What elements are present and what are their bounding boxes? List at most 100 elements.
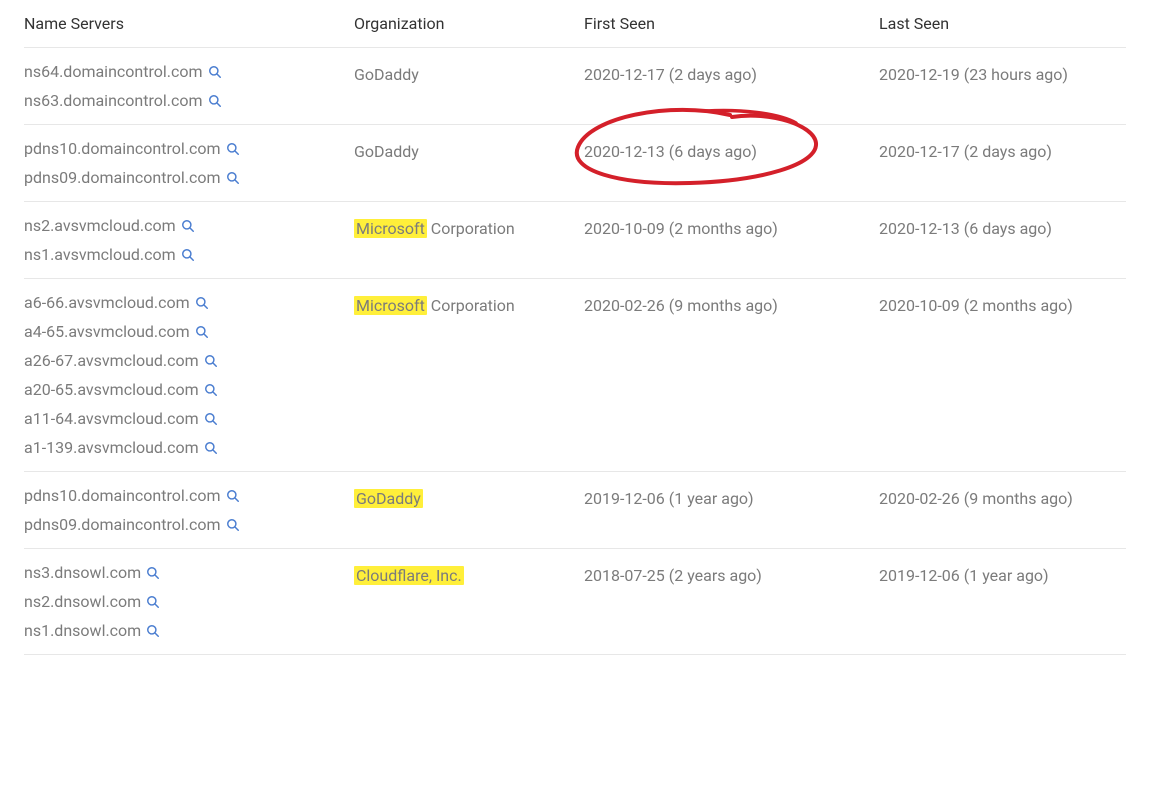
first-seen-text: 2020-12-13 (6 days ago) — [584, 139, 867, 165]
table-row: ns2.avsvmcloud.com ns1.avsvmcloud.com Mi… — [24, 202, 1126, 279]
name-server-text: a4-65.avsvmcloud.com — [24, 322, 190, 341]
table-row: pdns10.domaincontrol.com pdns09.domainco… — [24, 125, 1126, 202]
search-icon[interactable] — [208, 65, 222, 79]
first-seen-text: 2018-07-25 (2 years ago) — [584, 563, 867, 589]
header-organization: Organization — [354, 14, 584, 33]
cell-last-seen: 2020-10-09 (2 months ago) — [879, 293, 1119, 457]
search-icon[interactable] — [195, 325, 209, 339]
name-server-text: pdns09.domaincontrol.com — [24, 168, 221, 187]
highlight-annotation: Cloudflare, Inc. — [354, 566, 464, 585]
search-icon[interactable] — [226, 142, 240, 156]
search-icon[interactable] — [146, 595, 160, 609]
header-name-servers: Name Servers — [24, 14, 354, 33]
cell-name-servers: ns2.avsvmcloud.com ns1.avsvmcloud.com — [24, 216, 354, 264]
name-server-text: pdns10.domaincontrol.com — [24, 139, 221, 158]
name-server-text: pdns10.domaincontrol.com — [24, 486, 221, 505]
first-seen-text: 2020-12-17 (2 days ago) — [584, 62, 867, 88]
search-icon[interactable] — [204, 412, 218, 426]
cell-first-seen: 2019-12-06 (1 year ago) — [584, 486, 879, 534]
table-row: a6-66.avsvmcloud.com a4-65.avsvmcloud.co… — [24, 279, 1126, 472]
first-seen-text: 2020-02-26 (9 months ago) — [584, 293, 867, 319]
last-seen-text: 2020-10-09 (2 months ago) — [879, 293, 1107, 319]
header-last-seen: Last Seen — [879, 14, 1119, 33]
organization-text: Microsoft Corporation — [354, 293, 572, 319]
cell-organization: Cloudflare, Inc. — [354, 563, 584, 640]
name-server-text: ns2.dnsowl.com — [24, 592, 141, 611]
organization-text: GoDaddy — [354, 486, 572, 512]
search-icon[interactable] — [226, 518, 240, 532]
name-server-entry: a1-139.avsvmcloud.com — [24, 438, 342, 457]
name-server-text: ns63.domaincontrol.com — [24, 91, 203, 110]
cell-first-seen: 2020-12-13 (6 days ago) — [584, 139, 879, 187]
name-server-entry: ns1.dnsowl.com — [24, 621, 342, 640]
last-seen-text: 2020-02-26 (9 months ago) — [879, 486, 1107, 512]
name-server-text: ns1.dnsowl.com — [24, 621, 141, 640]
last-seen-text: 2020-12-13 (6 days ago) — [879, 216, 1107, 242]
cell-organization: Microsoft Corporation — [354, 293, 584, 457]
search-icon[interactable] — [146, 566, 160, 580]
name-server-entry: a6-66.avsvmcloud.com — [24, 293, 342, 312]
name-server-entry: a11-64.avsvmcloud.com — [24, 409, 342, 428]
search-icon[interactable] — [208, 94, 222, 108]
search-icon[interactable] — [226, 489, 240, 503]
name-server-text: ns1.avsvmcloud.com — [24, 245, 176, 264]
last-seen-text: 2019-12-06 (1 year ago) — [879, 563, 1107, 589]
name-server-entry: ns2.dnsowl.com — [24, 592, 342, 611]
organization-text: GoDaddy — [354, 62, 572, 88]
cell-organization: GoDaddy — [354, 486, 584, 534]
organization-suffix: Corporation — [427, 296, 515, 315]
table-row: pdns10.domaincontrol.com pdns09.domainco… — [24, 472, 1126, 549]
name-server-text: a11-64.avsvmcloud.com — [24, 409, 199, 428]
cell-name-servers: pdns10.domaincontrol.com pdns09.domainco… — [24, 486, 354, 534]
name-server-text: ns3.dnsowl.com — [24, 563, 141, 582]
name-server-text: ns2.avsvmcloud.com — [24, 216, 176, 235]
name-server-entry: ns2.avsvmcloud.com — [24, 216, 342, 235]
cell-last-seen: 2020-12-19 (23 hours ago) — [879, 62, 1119, 110]
cell-name-servers: pdns10.domaincontrol.com pdns09.domainco… — [24, 139, 354, 187]
search-icon[interactable] — [204, 441, 218, 455]
table-row: ns3.dnsowl.com ns2.dnsowl.com ns1.dnsowl… — [24, 549, 1126, 655]
search-icon[interactable] — [195, 296, 209, 310]
name-server-entry: pdns10.domaincontrol.com — [24, 486, 342, 505]
last-seen-text: 2020-12-17 (2 days ago) — [879, 139, 1107, 165]
table-row: ns64.domaincontrol.com ns63.domaincontro… — [24, 48, 1126, 125]
name-server-entry: ns63.domaincontrol.com — [24, 91, 342, 110]
name-server-text: a20-65.avsvmcloud.com — [24, 380, 199, 399]
cell-organization: Microsoft Corporation — [354, 216, 584, 264]
first-seen-text: 2019-12-06 (1 year ago) — [584, 486, 867, 512]
name-server-entry: a20-65.avsvmcloud.com — [24, 380, 342, 399]
search-icon[interactable] — [204, 354, 218, 368]
search-icon[interactable] — [146, 624, 160, 638]
cell-first-seen: 2020-10-09 (2 months ago) — [584, 216, 879, 264]
name-server-text: pdns09.domaincontrol.com — [24, 515, 221, 534]
cell-last-seen: 2020-12-13 (6 days ago) — [879, 216, 1119, 264]
search-icon[interactable] — [181, 248, 195, 262]
cell-name-servers: ns64.domaincontrol.com ns63.domaincontro… — [24, 62, 354, 110]
name-server-entry: pdns09.domaincontrol.com — [24, 515, 342, 534]
cell-first-seen: 2018-07-25 (2 years ago) — [584, 563, 879, 640]
highlight-annotation: Microsoft — [354, 219, 427, 238]
search-icon[interactable] — [226, 171, 240, 185]
name-server-text: a26-67.avsvmcloud.com — [24, 351, 199, 370]
cell-name-servers: ns3.dnsowl.com ns2.dnsowl.com ns1.dnsowl… — [24, 563, 354, 640]
last-seen-text: 2020-12-19 (23 hours ago) — [879, 62, 1107, 88]
name-server-text: ns64.domaincontrol.com — [24, 62, 203, 81]
name-server-text: a6-66.avsvmcloud.com — [24, 293, 190, 312]
organization-text: Cloudflare, Inc. — [354, 563, 572, 589]
header-first-seen: First Seen — [584, 14, 879, 33]
highlight-annotation: GoDaddy — [354, 489, 423, 508]
search-icon[interactable] — [181, 219, 195, 233]
cell-last-seen: 2019-12-06 (1 year ago) — [879, 563, 1119, 640]
cell-last-seen: 2020-12-17 (2 days ago) — [879, 139, 1119, 187]
cell-last-seen: 2020-02-26 (9 months ago) — [879, 486, 1119, 534]
name-server-entry: a4-65.avsvmcloud.com — [24, 322, 342, 341]
search-icon[interactable] — [204, 383, 218, 397]
organization-text: Microsoft Corporation — [354, 216, 572, 242]
name-server-entry: ns3.dnsowl.com — [24, 563, 342, 582]
organization-text: GoDaddy — [354, 139, 572, 165]
nameserver-history-table: Name Servers Organization First Seen Las… — [0, 0, 1150, 679]
organization-suffix: Corporation — [427, 219, 515, 238]
first-seen-text: 2020-10-09 (2 months ago) — [584, 216, 867, 242]
name-server-entry: pdns09.domaincontrol.com — [24, 168, 342, 187]
name-server-entry: pdns10.domaincontrol.com — [24, 139, 342, 158]
